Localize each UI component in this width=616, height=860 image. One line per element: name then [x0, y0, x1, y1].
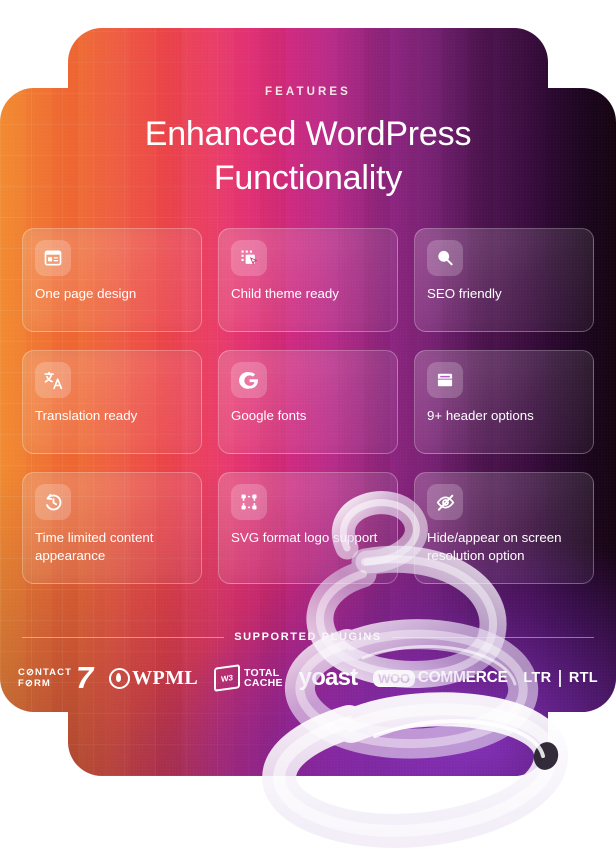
w3-total-cache-logo: W3 TOTAL CACHE	[213, 664, 283, 692]
supported-plugins-divider: SUPPORTED PLUGINS	[22, 630, 595, 644]
feature-label: Translation ready	[35, 408, 138, 423]
feature-card-header-options[interactable]: 9+ header options	[414, 350, 594, 454]
headline-line-2: Functionality	[213, 159, 403, 197]
google-g-icon	[231, 362, 267, 398]
feature-showcase-panel: FEATURES Enhanced WordPress Functionalit…	[0, 0, 616, 860]
feature-label: SEO friendly	[427, 286, 502, 301]
feature-label: Child theme ready	[231, 286, 339, 301]
feature-card-hide-appear-resolution[interactable]: Hide/appear on screen resolution option	[414, 472, 594, 584]
header-bar-icon	[427, 362, 463, 398]
plugin-logo-row: C⊘NTACT F⊘RM 7 WPML W3 TOTAL CACHE yoast…	[8, 655, 608, 701]
woo-badge: WOO	[373, 669, 415, 687]
feature-card-seo-friendly[interactable]: SEO friendly	[414, 228, 594, 332]
feature-card-svg-logo-support[interactable]: SVG format logo support	[218, 472, 398, 584]
wpml-drop-icon	[109, 667, 131, 689]
w3-total-cache-wordmark: TOTAL CACHE	[243, 667, 283, 689]
feature-label: 9+ header options	[427, 408, 534, 423]
feature-card-google-fonts[interactable]: Google fonts	[218, 350, 398, 454]
feature-label: Time limited content appearance	[35, 530, 154, 563]
feature-card-one-page-design[interactable]: One page design	[22, 228, 202, 332]
clock-history-icon	[35, 484, 71, 520]
feature-label: One page design	[35, 286, 137, 301]
page-title: Enhanced WordPress Functionality	[0, 112, 616, 200]
feature-label: Google fonts	[231, 408, 307, 423]
select-object-icon	[231, 240, 267, 276]
feature-card-translation-ready[interactable]: Translation ready	[22, 350, 202, 454]
headline-line-1: Enhanced WordPress	[144, 115, 472, 153]
translate-icon	[35, 362, 71, 398]
feature-card-child-theme-ready[interactable]: Child theme ready	[218, 228, 398, 332]
contact-form-7-numeral: 7	[76, 660, 94, 695]
w3-line-2: CACHE	[243, 677, 283, 689]
woocommerce-wordmark: COMMERCE	[417, 669, 508, 686]
eye-off-icon	[427, 484, 463, 520]
feature-grid: One page design Child theme ready SEO fr…	[22, 228, 594, 584]
magnifier-icon	[427, 240, 463, 276]
ltr-rtl-logo: LTR RTL	[523, 669, 598, 687]
yoast-logo: yoast	[298, 664, 358, 691]
wpml-wordmark: WPML	[132, 666, 199, 689]
feature-label: SVG format logo support	[231, 530, 378, 545]
rtl-label: RTL	[568, 670, 598, 686]
ltr-rtl-separator	[559, 669, 561, 687]
ltr-label: LTR	[523, 670, 552, 686]
w3-cube-icon: W3	[213, 664, 240, 692]
one-page-layout-icon	[35, 240, 71, 276]
woocommerce-logo: WOO COMMERCE	[373, 669, 508, 687]
contact-form-7-line-1: C⊘NTACT	[18, 667, 73, 678]
supported-plugins-label: SUPPORTED PLUGINS	[234, 631, 382, 643]
divider-line-right	[391, 636, 595, 638]
divider-line-left	[22, 636, 225, 638]
section-eyebrow: FEATURES	[265, 86, 351, 98]
contact-form-7-logo: C⊘NTACT F⊘RM 7	[18, 660, 94, 695]
feature-label: Hide/appear on screen resolution option	[427, 530, 562, 563]
feature-card-time-limited-content[interactable]: Time limited content appearance	[22, 472, 202, 584]
wpml-logo: WPML	[109, 667, 198, 690]
vector-nodes-icon	[231, 484, 267, 520]
contact-form-7-line-2: F⊘RM	[18, 678, 51, 689]
